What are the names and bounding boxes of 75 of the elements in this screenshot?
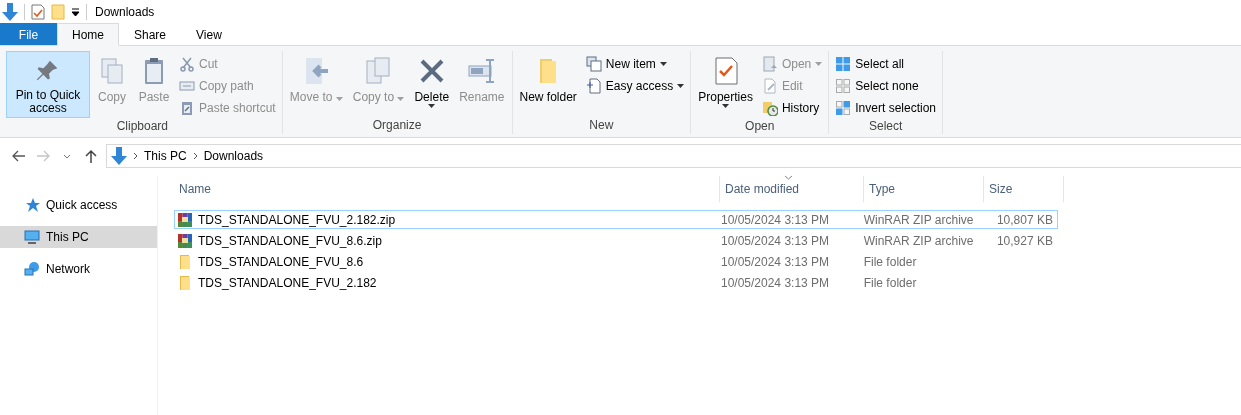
new-item-icon [585,56,602,72]
chevron-icon [133,152,138,160]
ribbon-button[interactable]: New item [582,53,688,75]
grid-icon [835,100,852,116]
sort-icon [784,175,794,180]
date-modified: 10/05/2024 3:13 PM [721,275,830,290]
clipboard-icon [179,100,195,116]
column-header[interactable]: Name [174,176,720,202]
file-type: WinRAR ZIP archive [863,233,974,248]
file-type: WinRAR ZIP archive [863,212,974,227]
sidebar-item[interactable]: This PC [0,226,157,248]
path-icon [179,78,195,94]
file-name: TDS_STANDALONE_FVU_8.6 [198,254,364,269]
chevron-icon [192,152,198,160]
archive-icon [177,211,193,228]
file-row[interactable]: TDS_STANDALONE_FVU_8.6 10/05/2024 3:13 PM File folder [174,252,1058,271]
ribbon-button[interactable]: Select none [832,75,939,97]
network-icon [24,261,40,277]
group-label: Open [745,119,775,134]
file-row[interactable]: TDS_STANDALONE_FVU_8.6.zip 10/05/2024 3:13 PM WinRAR ZIP archive 10,927 KB [174,231,1058,250]
group-label: Select [868,119,903,134]
breadcrumb[interactable]: This PC [144,149,187,163]
sidebar-item[interactable]: Quick access [0,194,157,216]
group-label: New [589,118,614,134]
file-type: File folder [863,254,917,269]
date-modified: 10/05/2024 3:13 PM [721,254,830,269]
column-header[interactable]: Date modified [720,176,864,202]
ribbon-button[interactable]: Pin to Quick access [6,51,90,118]
ribbon-button[interactable]: Properties [694,51,757,118]
file-name: TDS_STANDALONE_FVU_8.6.zip [198,233,382,248]
back-arrow-icon [12,150,26,162]
document-icon [585,78,602,94]
address-bar[interactable]: This PC Downloads [106,144,1241,168]
down-arrow-icon [111,147,127,165]
group-label: Organize [372,118,422,134]
ribbon-button[interactable]: New folder [515,51,581,118]
up-arrow-icon [85,149,97,163]
ribbon-tab[interactable]: File [0,23,57,45]
monitor-icon [24,229,40,245]
breadcrumb[interactable]: Downloads [203,149,264,163]
pencil-document-icon [761,78,778,94]
ribbon-button[interactable]: Select all [832,53,939,75]
down-arrow-icon[interactable] [2,2,18,21]
file-type: File folder [863,275,917,290]
column-header[interactable]: Type [864,176,984,202]
ribbon-button[interactable]: History [758,97,826,119]
scissors-icon [179,56,195,72]
star-icon [24,197,40,213]
file-size: 10,807 KB [996,212,1053,227]
grid-icon [835,56,852,72]
forward-arrow-icon [36,150,50,162]
file-row[interactable]: TDS_STANDALONE_FVU_2.182 10/05/2024 3:13 PM File folder [174,273,1058,292]
chevron-down-icon [63,153,71,159]
file-name: TDS_STANDALONE_FVU_2.182 [198,275,377,290]
clock-icon [761,100,778,116]
file-size: 10,927 KB [996,233,1053,248]
customize-icon[interactable] [71,6,80,17]
ribbon-button[interactable]: Invert selection [832,97,939,119]
checkmark-document-icon[interactable] [31,3,45,20]
grid-icon [835,78,852,94]
ribbon-button[interactable]: Easy access [582,75,688,97]
folder-icon [177,274,193,291]
document-icon [761,56,778,72]
ribbon-button[interactable]: Delete [410,51,454,118]
column-header[interactable]: Size [984,176,1064,202]
file-name: TDS_STANDALONE_FVU_2.182.zip [198,212,396,227]
group-label: Clipboard [116,119,169,134]
window-title: Downloads [95,4,155,19]
archive-icon [177,232,193,249]
sidebar-item[interactable]: Network [0,258,157,280]
file-row[interactable]: TDS_STANDALONE_FVU_2.182.zip 10/05/2024 3:13 PM WinRAR ZIP archive 10,807 KB [174,210,1058,229]
date-modified: 10/05/2024 3:13 PM [721,212,830,227]
date-modified: 10/05/2024 3:13 PM [721,233,830,248]
folder-icon [177,253,193,270]
ribbon-tab[interactable]: Home [57,23,119,46]
